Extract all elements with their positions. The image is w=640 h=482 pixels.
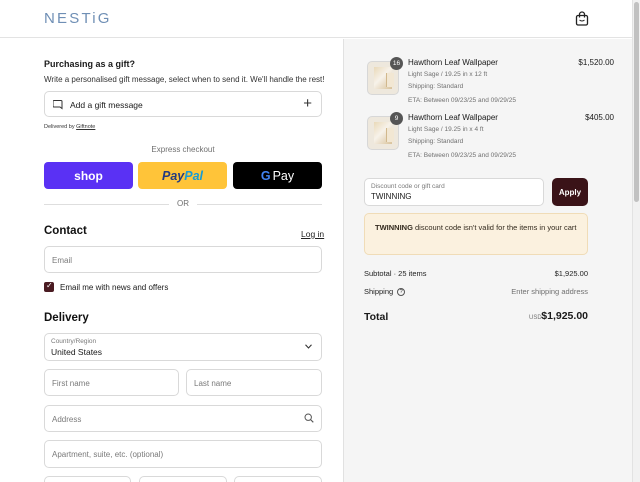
checkout-page: NESTiG Purchasing as a gift? Write a per…: [0, 0, 640, 482]
quantity-badge: 9: [390, 112, 403, 125]
paypal-label-pay: Pay: [161, 168, 185, 183]
discount-code-field[interactable]: Discount code or gift card TWINNING: [364, 178, 544, 206]
line-item: 9 Hawthorn Leaf Wallpaper Light Sage / 1…: [364, 112, 614, 162]
header: NESTiG: [0, 0, 632, 38]
search-icon: [304, 413, 314, 423]
item-variant: Light Sage / 19.25 in x 12 ft: [408, 71, 488, 78]
country-select[interactable]: Country/Region United States: [44, 333, 322, 361]
gift-icon: [53, 100, 63, 110]
city-field[interactable]: [44, 476, 131, 482]
gift-message-label: Add a gift message: [70, 100, 143, 110]
gift-title: Purchasing as a gift?: [44, 59, 136, 69]
alert-text: discount code isn't valid for the items …: [412, 223, 577, 232]
shipping-label: Shipping: [364, 287, 394, 296]
item-variant: Light Sage / 19.25 in x 4 ft: [408, 126, 484, 133]
shop-pay-button[interactable]: shop: [44, 162, 133, 189]
alert-code: TWINNING: [375, 223, 413, 232]
logo[interactable]: NESTiG: [44, 10, 112, 27]
paypal-button[interactable]: Pay Pal: [138, 162, 227, 189]
item-name: Hawthorn Leaf Wallpaper: [408, 113, 498, 122]
shop-pay-label: shop: [74, 168, 103, 183]
quantity-badge: 16: [390, 57, 403, 70]
delivered-by: Delivered by Giftnote: [44, 124, 95, 130]
email-placeholder: Email: [52, 256, 73, 265]
email-field[interactable]: Email: [44, 246, 322, 273]
checkout-form: Purchasing as a gift? Write a personalis…: [0, 39, 343, 482]
item-shipping: Shipping: Standard: [408, 83, 464, 90]
first-name-field[interactable]: First name: [44, 369, 179, 396]
item-eta: ETA: Between 09/23/25 and 09/29/25: [408, 152, 516, 159]
subtotal-label: Subtotal · 25 items: [364, 269, 427, 278]
total-label: Total: [364, 311, 389, 323]
first-name-placeholder: First name: [52, 379, 90, 388]
item-eta: ETA: Between 09/23/25 and 09/29/25: [408, 97, 516, 104]
discount-error-alert: TWINNING discount code isn't valid for t…: [364, 213, 588, 255]
scrollbar-thumb[interactable]: [634, 2, 639, 202]
country-label: Country/Region: [51, 338, 97, 345]
address-placeholder: Address: [52, 415, 82, 424]
item-shipping: Shipping: Standard: [408, 138, 464, 145]
google-pay-button[interactable]: G Pay: [233, 162, 322, 189]
subtotal-value: $1,925.00: [554, 269, 588, 278]
chevron-down-icon: [305, 344, 312, 349]
item-price: $405.00: [585, 113, 614, 122]
discount-label: Discount code or gift card: [371, 183, 445, 190]
last-name-field[interactable]: Last name: [186, 369, 322, 396]
state-field[interactable]: [139, 476, 227, 482]
add-gift-message-button[interactable]: Add a gift message +: [44, 91, 322, 117]
login-link[interactable]: Log in: [301, 229, 324, 239]
item-price: $1,520.00: [578, 58, 614, 67]
question-icon[interactable]: ?: [397, 288, 406, 297]
google-pay-label: Pay: [272, 168, 295, 183]
giftnote-link[interactable]: Giftnote: [76, 124, 95, 130]
total-value: $1,925.00: [541, 310, 588, 322]
shipping-value: Enter shipping address: [511, 287, 588, 296]
contact-title: Contact: [44, 225, 87, 237]
shipping-row: Shipping?: [364, 287, 406, 297]
last-name-placeholder: Last name: [194, 379, 232, 388]
google-g-icon: G: [260, 168, 271, 183]
total-currency: USD: [529, 315, 542, 321]
paypal-label-pal: Pal: [184, 168, 203, 183]
apply-button[interactable]: Apply: [552, 178, 588, 206]
express-checkout-label: Express checkout: [151, 145, 215, 154]
line-item: 16 Hawthorn Leaf Wallpaper Light Sage / …: [364, 57, 614, 107]
order-summary: 16 Hawthorn Leaf Wallpaper Light Sage / …: [343, 39, 632, 482]
check-icon: ✓: [46, 281, 53, 290]
address-field[interactable]: Address: [44, 405, 322, 432]
or-label: OR: [177, 199, 189, 208]
item-name: Hawthorn Leaf Wallpaper: [408, 58, 498, 67]
delivered-prefix: Delivered by: [44, 124, 75, 130]
wallpaper-image-fold: [386, 73, 394, 87]
wallpaper-image-fold: [386, 128, 394, 142]
apartment-field[interactable]: Apartment, suite, etc. (optional): [44, 440, 322, 468]
gift-description: Write a personalised gift message, selec…: [44, 75, 325, 84]
zip-field[interactable]: [234, 476, 322, 482]
discount-value: TWINNING: [371, 192, 412, 201]
scrollbar[interactable]: [632, 0, 640, 482]
delivery-title: Delivery: [44, 312, 89, 324]
newsletter-label: Email me with news and offers: [60, 283, 169, 292]
plus-icon: +: [303, 95, 312, 112]
apartment-placeholder: Apartment, suite, etc. (optional): [52, 450, 164, 459]
newsletter-checkbox[interactable]: ✓: [44, 281, 54, 292]
or-divider: OR: [44, 199, 322, 209]
country-value: United States: [51, 347, 103, 357]
shopping-bag-icon[interactable]: [575, 11, 589, 26]
